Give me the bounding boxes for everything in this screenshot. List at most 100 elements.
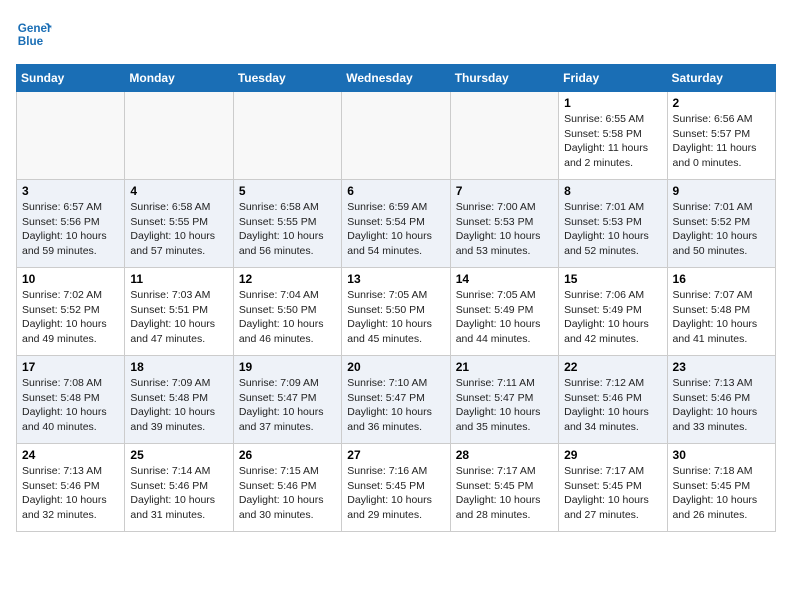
day-info: Sunrise: 6:58 AMSunset: 5:55 PMDaylight:… — [130, 200, 227, 259]
day-info: Sunrise: 7:17 AMSunset: 5:45 PMDaylight:… — [564, 464, 661, 523]
day-info: Sunrise: 7:04 AMSunset: 5:50 PMDaylight:… — [239, 288, 336, 347]
calendar-cell: 11 Sunrise: 7:03 AMSunset: 5:51 PMDayligh… — [125, 268, 233, 356]
day-info: Sunrise: 7:02 AMSunset: 5:52 PMDaylight:… — [22, 288, 119, 347]
calendar-cell — [17, 92, 125, 180]
day-number: 8 — [564, 184, 661, 198]
weekday-header-monday: Monday — [125, 65, 233, 92]
weekday-header-thursday: Thursday — [450, 65, 558, 92]
calendar-week-row: 10 Sunrise: 7:02 AMSunset: 5:52 PMDayligh… — [17, 268, 776, 356]
day-info: Sunrise: 6:58 AMSunset: 5:55 PMDaylight:… — [239, 200, 336, 259]
weekday-header-saturday: Saturday — [667, 65, 775, 92]
logo-icon: General Blue — [16, 16, 52, 52]
day-info: Sunrise: 7:05 AMSunset: 5:50 PMDaylight:… — [347, 288, 444, 347]
day-number: 22 — [564, 360, 661, 374]
day-info: Sunrise: 7:15 AMSunset: 5:46 PMDaylight:… — [239, 464, 336, 523]
day-info: Sunrise: 7:13 AMSunset: 5:46 PMDaylight:… — [673, 376, 770, 435]
calendar-table: SundayMondayTuesdayWednesdayThursdayFrid… — [16, 64, 776, 532]
calendar-cell: 28Sunrise: 7:17 AMSunset: 5:45 PMDayligh… — [450, 444, 558, 532]
day-info: Sunrise: 7:01 AMSunset: 5:53 PMDaylight:… — [564, 200, 661, 259]
page-header: General Blue — [16, 16, 776, 52]
day-number: 14 — [456, 272, 553, 286]
day-number: 19 — [239, 360, 336, 374]
calendar-cell: 6Sunrise: 6:59 AMSunset: 5:54 PMDaylight… — [342, 180, 450, 268]
calendar-cell: 1 Sunrise: 6:55 AMSunset: 5:58 PMDaylight… — [559, 92, 667, 180]
calendar-week-row: 1 Sunrise: 6:55 AMSunset: 5:58 PMDaylight… — [17, 92, 776, 180]
logo: General Blue — [16, 16, 52, 52]
day-number: 10 — [22, 272, 119, 286]
day-number: 20 — [347, 360, 444, 374]
calendar-cell: 8 Sunrise: 7:01 AMSunset: 5:53 PMDaylight… — [559, 180, 667, 268]
day-info: Sunrise: 7:08 AMSunset: 5:48 PMDaylight:… — [22, 376, 119, 435]
day-number: 24 — [22, 448, 119, 462]
calendar-week-row: 3Sunrise: 6:57 AMSunset: 5:56 PMDaylight… — [17, 180, 776, 268]
calendar-cell: 10 Sunrise: 7:02 AMSunset: 5:52 PMDayligh… — [17, 268, 125, 356]
calendar-cell: 23 Sunrise: 7:13 AMSunset: 5:46 PMDayligh… — [667, 356, 775, 444]
day-info: Sunrise: 6:56 AMSunset: 5:57 PMDaylight:… — [673, 112, 770, 171]
day-number: 7 — [456, 184, 553, 198]
day-info: Sunrise: 7:12 AMSunset: 5:46 PMDaylight:… — [564, 376, 661, 435]
day-number: 27 — [347, 448, 444, 462]
day-info: Sunrise: 7:05 AMSunset: 5:49 PMDaylight:… — [456, 288, 553, 347]
day-number: 12 — [239, 272, 336, 286]
calendar-cell — [342, 92, 450, 180]
weekday-header-sunday: Sunday — [17, 65, 125, 92]
calendar-cell: 9 Sunrise: 7:01 AMSunset: 5:52 PMDaylight… — [667, 180, 775, 268]
day-number: 1 — [564, 96, 661, 110]
weekday-header-wednesday: Wednesday — [342, 65, 450, 92]
weekday-header-friday: Friday — [559, 65, 667, 92]
day-info: Sunrise: 7:00 AMSunset: 5:53 PMDaylight:… — [456, 200, 553, 259]
calendar-cell: 16Sunrise: 7:07 AMSunset: 5:48 PMDayligh… — [667, 268, 775, 356]
calendar-week-row: 24 Sunrise: 7:13 AMSunset: 5:46 PMDayligh… — [17, 444, 776, 532]
day-info: Sunrise: 7:13 AMSunset: 5:46 PMDaylight:… — [22, 464, 119, 523]
svg-text:Blue: Blue — [18, 35, 44, 48]
calendar-cell: 7 Sunrise: 7:00 AMSunset: 5:53 PMDaylight… — [450, 180, 558, 268]
calendar-cell: 17 Sunrise: 7:08 AMSunset: 5:48 PMDayligh… — [17, 356, 125, 444]
day-info: Sunrise: 7:18 AMSunset: 5:45 PMDaylight:… — [673, 464, 770, 523]
calendar-cell: 29Sunrise: 7:17 AMSunset: 5:45 PMDayligh… — [559, 444, 667, 532]
calendar-cell: 2Sunrise: 6:56 AMSunset: 5:57 PMDaylight… — [667, 92, 775, 180]
day-info: Sunrise: 7:09 AMSunset: 5:47 PMDaylight:… — [239, 376, 336, 435]
day-number: 23 — [673, 360, 770, 374]
day-number: 9 — [673, 184, 770, 198]
day-info: Sunrise: 7:11 AMSunset: 5:47 PMDaylight:… — [456, 376, 553, 435]
calendar-cell — [450, 92, 558, 180]
day-number: 4 — [130, 184, 227, 198]
day-info: Sunrise: 7:10 AMSunset: 5:47 PMDaylight:… — [347, 376, 444, 435]
day-info: Sunrise: 7:01 AMSunset: 5:52 PMDaylight:… — [673, 200, 770, 259]
calendar-cell: 26 Sunrise: 7:15 AMSunset: 5:46 PMDayligh… — [233, 444, 341, 532]
day-number: 18 — [130, 360, 227, 374]
calendar-cell: 15 Sunrise: 7:06 AMSunset: 5:49 PMDayligh… — [559, 268, 667, 356]
day-info: Sunrise: 7:06 AMSunset: 5:49 PMDaylight:… — [564, 288, 661, 347]
day-number: 28 — [456, 448, 553, 462]
day-number: 25 — [130, 448, 227, 462]
calendar-cell — [125, 92, 233, 180]
day-number: 17 — [22, 360, 119, 374]
day-number: 15 — [564, 272, 661, 286]
day-number: 6 — [347, 184, 444, 198]
calendar-cell: 24 Sunrise: 7:13 AMSunset: 5:46 PMDayligh… — [17, 444, 125, 532]
day-number: 3 — [22, 184, 119, 198]
calendar-cell: 13 Sunrise: 7:05 AMSunset: 5:50 PMDayligh… — [342, 268, 450, 356]
calendar-week-row: 17 Sunrise: 7:08 AMSunset: 5:48 PMDayligh… — [17, 356, 776, 444]
calendar-cell: 3Sunrise: 6:57 AMSunset: 5:56 PMDaylight… — [17, 180, 125, 268]
calendar-cell: 20 Sunrise: 7:10 AMSunset: 5:47 PMDayligh… — [342, 356, 450, 444]
day-number: 21 — [456, 360, 553, 374]
day-number: 16 — [673, 272, 770, 286]
weekday-header-tuesday: Tuesday — [233, 65, 341, 92]
calendar-cell: 12 Sunrise: 7:04 AMSunset: 5:50 PMDayligh… — [233, 268, 341, 356]
day-number: 11 — [130, 272, 227, 286]
calendar-cell: 14 Sunrise: 7:05 AMSunset: 5:49 PMDayligh… — [450, 268, 558, 356]
day-number: 26 — [239, 448, 336, 462]
calendar-cell: 5 Sunrise: 6:58 AMSunset: 5:55 PMDaylight… — [233, 180, 341, 268]
calendar-cell: 18Sunrise: 7:09 AMSunset: 5:48 PMDayligh… — [125, 356, 233, 444]
calendar-cell: 21 Sunrise: 7:11 AMSunset: 5:47 PMDayligh… — [450, 356, 558, 444]
day-info: Sunrise: 7:14 AMSunset: 5:46 PMDaylight:… — [130, 464, 227, 523]
calendar-cell: 27 Sunrise: 7:16 AMSunset: 5:45 PMDayligh… — [342, 444, 450, 532]
day-number: 13 — [347, 272, 444, 286]
day-info: Sunrise: 7:03 AMSunset: 5:51 PMDaylight:… — [130, 288, 227, 347]
calendar-cell: 25 Sunrise: 7:14 AMSunset: 5:46 PMDayligh… — [125, 444, 233, 532]
day-info: Sunrise: 6:55 AMSunset: 5:58 PMDaylight:… — [564, 112, 661, 171]
calendar-cell: 30Sunrise: 7:18 AMSunset: 5:45 PMDayligh… — [667, 444, 775, 532]
day-number: 5 — [239, 184, 336, 198]
day-info: Sunrise: 7:16 AMSunset: 5:45 PMDaylight:… — [347, 464, 444, 523]
